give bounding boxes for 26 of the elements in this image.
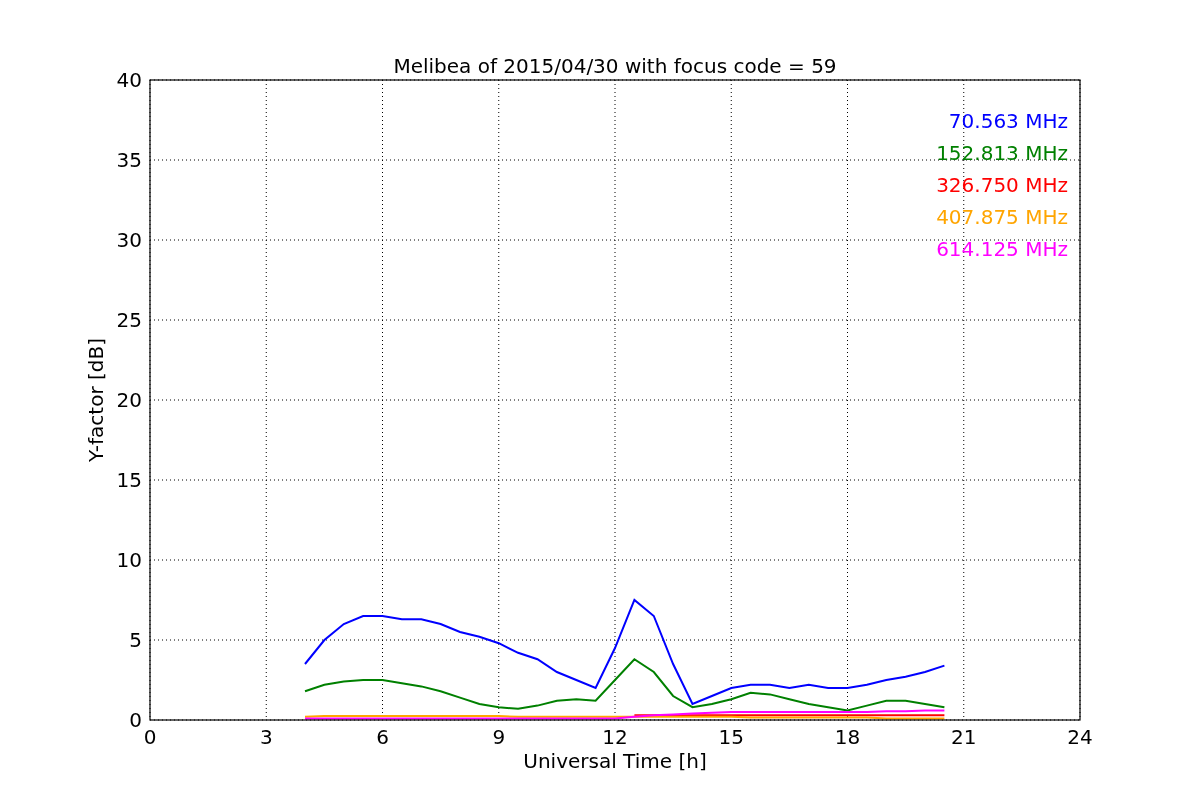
tick-label: 18 (834, 725, 861, 749)
tick-label: 6 (376, 725, 389, 749)
tick-label: 0 (129, 708, 142, 732)
tick-label: 21 (951, 725, 977, 749)
legend-label: 407.875 MHz (936, 205, 1068, 229)
tick-label: 12 (602, 725, 628, 749)
tick-label: 40 (116, 68, 142, 92)
axis-label: Y-factor [dB] (84, 338, 108, 462)
legend-label: 152.813 MHz (936, 141, 1068, 165)
chart-title: Melibea of 2015/04/30 with focus code = 59 (393, 54, 837, 78)
tick-label: 15 (718, 725, 744, 749)
tick-label: 35 (116, 148, 142, 172)
tick-label: 25 (116, 308, 142, 332)
legend-label: 70.563 MHz (948, 109, 1068, 133)
tick-label: 10 (116, 548, 142, 572)
tick-label: 0 (143, 725, 157, 749)
tick-label: 24 (1067, 725, 1093, 749)
axis-label: Universal Time [h] (523, 749, 707, 773)
legend-label: 326.750 MHz (936, 173, 1068, 197)
tick-label: 30 (116, 228, 142, 252)
tick-label: 9 (492, 725, 506, 749)
legend-label: 614.125 MHz (936, 237, 1068, 261)
tick-label: 20 (116, 388, 142, 412)
tick-label: 15 (116, 468, 142, 492)
tick-label: 3 (259, 725, 273, 749)
tick-label: 5 (129, 628, 142, 652)
